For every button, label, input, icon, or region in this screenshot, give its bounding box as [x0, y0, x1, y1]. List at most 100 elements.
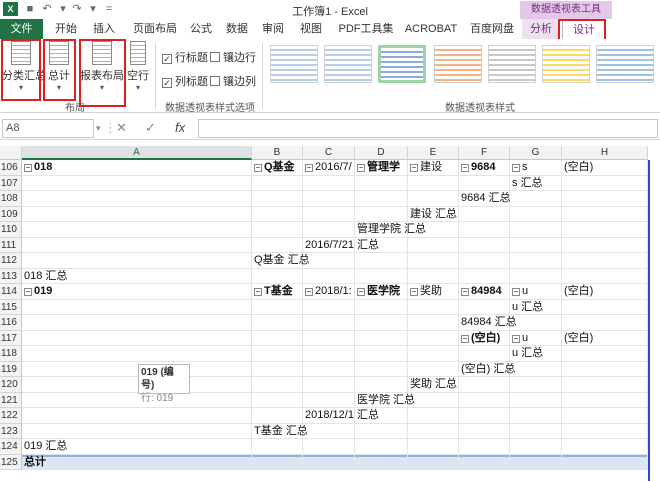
cell-d125[interactable] [355, 454, 408, 470]
cell-d119[interactable] [355, 361, 408, 377]
collapse-icon[interactable]: − [461, 164, 469, 172]
tab-baidu-netdisk[interactable]: 百度网盘 [464, 19, 520, 39]
cell-b110[interactable] [252, 222, 303, 238]
cell-g107[interactable]: s 汇总 [510, 175, 562, 191]
blank-rows-button[interactable]: 空行 ▾ [127, 41, 149, 92]
cell-h113[interactable] [562, 268, 648, 284]
collapse-icon[interactable]: − [24, 288, 32, 296]
cell-f123[interactable] [459, 423, 510, 439]
cell-b118[interactable] [252, 346, 303, 362]
tab-view[interactable]: 视图 [296, 19, 326, 39]
cell-h116[interactable] [562, 315, 648, 331]
cell-c118[interactable] [303, 346, 355, 362]
cell-a113[interactable]: 018 汇总 [22, 268, 252, 284]
cell-h119[interactable] [562, 361, 648, 377]
cell-a114[interactable]: −019 [22, 284, 252, 300]
tab-file[interactable]: 文件 [0, 19, 43, 39]
pivot-style-swatch[interactable] [434, 45, 482, 83]
row-header[interactable]: 125 [0, 454, 22, 470]
cell-a110[interactable] [22, 222, 252, 238]
row-header[interactable]: 111 [0, 237, 22, 253]
cell-d111[interactable] [355, 237, 408, 253]
collapse-icon[interactable]: − [512, 164, 520, 172]
row-header[interactable]: 114 [0, 284, 22, 300]
column-header-e[interactable]: E [408, 146, 459, 160]
cell-g106[interactable]: − s [510, 160, 562, 176]
cell-e122[interactable] [408, 408, 459, 424]
cell-a117[interactable] [22, 330, 252, 346]
cell-h124[interactable] [562, 439, 648, 455]
column-header-f[interactable]: F [459, 146, 510, 160]
cell-c107[interactable] [303, 175, 355, 191]
cell-g120[interactable] [510, 377, 562, 393]
cell-a120[interactable] [22, 377, 252, 393]
cell-e117[interactable] [408, 330, 459, 346]
cell-g108[interactable] [510, 191, 562, 207]
tab-data[interactable]: 数据 [222, 19, 252, 39]
cell-e123[interactable] [408, 423, 459, 439]
cell-h123[interactable] [562, 423, 648, 439]
cell-e115[interactable] [408, 299, 459, 315]
cell-d124[interactable] [355, 439, 408, 455]
cell-b122[interactable] [252, 408, 303, 424]
cell-c110[interactable] [303, 222, 355, 238]
column-header-a[interactable]: A [22, 146, 252, 160]
pivot-style-swatch[interactable] [488, 45, 536, 83]
cell-f120[interactable] [459, 377, 510, 393]
cell-a109[interactable] [22, 206, 252, 222]
collapse-icon[interactable]: − [305, 288, 313, 296]
cell-f122[interactable] [459, 408, 510, 424]
pivot-style-swatch[interactable] [324, 45, 372, 83]
tab-page-layout[interactable]: 页面布局 [126, 19, 184, 39]
cell-e111[interactable] [408, 237, 459, 253]
cell-c123[interactable] [303, 423, 355, 439]
cell-c113[interactable] [303, 268, 355, 284]
cell-e125[interactable] [408, 454, 459, 470]
cell-e107[interactable] [408, 175, 459, 191]
cell-h121[interactable] [562, 392, 648, 408]
cell-h122[interactable] [562, 408, 648, 424]
cell-f110[interactable] [459, 222, 510, 238]
cell-c114[interactable]: −2018/1: [303, 284, 355, 300]
enter-icon[interactable]: ✓ [145, 120, 156, 136]
cell-f124[interactable] [459, 439, 510, 455]
cell-d118[interactable] [355, 346, 408, 362]
tab-formulas[interactable]: 公式 [186, 19, 216, 39]
cell-g111[interactable] [510, 237, 562, 253]
cell-g117[interactable]: − u [510, 330, 562, 346]
pivot-style-swatch-selected[interactable] [378, 45, 426, 83]
collapse-icon[interactable]: − [357, 288, 365, 296]
cell-d106[interactable]: − 管理学 [355, 160, 408, 176]
row-header[interactable]: 107 [0, 175, 22, 191]
cell-e109[interactable]: 建设 汇总 [408, 206, 459, 222]
name-box[interactable]: A8 [2, 119, 94, 138]
cell-e108[interactable] [408, 191, 459, 207]
insert-function-icon[interactable]: fx [175, 120, 185, 135]
cell-a108[interactable] [22, 191, 252, 207]
banded-columns-checkbox[interactable]: 镶边列 [210, 73, 256, 89]
tab-insert[interactable]: 插入 [86, 19, 122, 39]
collapse-icon[interactable]: − [410, 164, 418, 172]
cell-d117[interactable] [355, 330, 408, 346]
cell-g110[interactable] [510, 222, 562, 238]
cell-h108[interactable] [562, 191, 648, 207]
collapse-icon[interactable]: − [24, 164, 32, 172]
cell-g125[interactable] [510, 454, 562, 470]
cell-b109[interactable] [252, 206, 303, 222]
cell-a115[interactable] [22, 299, 252, 315]
cell-g118[interactable]: u 汇总 [510, 346, 562, 362]
cell-b115[interactable] [252, 299, 303, 315]
cell-b116[interactable] [252, 315, 303, 331]
tab-analyze[interactable]: 分析 [522, 19, 560, 39]
cell-a106[interactable]: −018 [22, 160, 252, 176]
cell-f119[interactable]: (空白) 汇总 [459, 361, 515, 377]
cell-a121[interactable] [22, 392, 252, 408]
cell-c115[interactable] [303, 299, 355, 315]
tab-acrobat[interactable]: ACROBAT [400, 19, 462, 39]
cell-f112[interactable] [459, 253, 510, 269]
cell-d122[interactable] [355, 408, 408, 424]
cancel-icon[interactable]: ✕ [116, 120, 127, 136]
cell-c121[interactable] [303, 392, 355, 408]
cell-h111[interactable] [562, 237, 648, 253]
collapse-icon[interactable]: − [461, 334, 469, 343]
